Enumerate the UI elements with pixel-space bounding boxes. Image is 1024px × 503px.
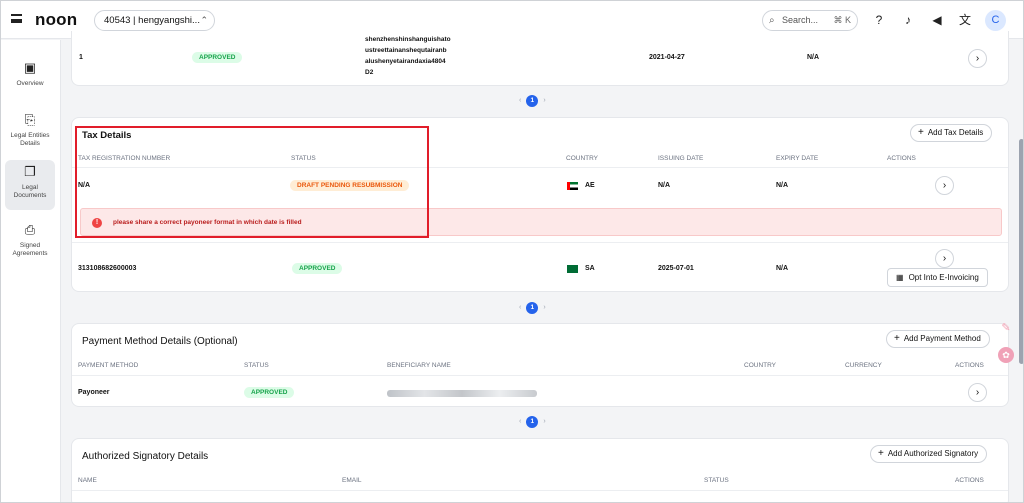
column-header: NAME	[78, 477, 97, 484]
issuing-date: 2025-07-01	[658, 265, 694, 272]
saudi-flag-icon	[567, 265, 578, 273]
page-button[interactable]: 1	[526, 95, 539, 107]
row-details-button[interactable]: ›	[935, 176, 954, 195]
signed-doc-icon: ⎙	[24, 222, 36, 237]
menu-icon[interactable]	[11, 14, 22, 23]
status-badge: APPROVED	[192, 52, 243, 63]
add-tax-details-button[interactable]: + Add Tax Details	[910, 124, 993, 142]
column-header: COUNTRY	[566, 155, 599, 162]
sidebar-item-label: Legal Documents	[13, 184, 47, 199]
megaphone-icon[interactable]: ◀	[929, 12, 945, 28]
column-header: STATUS	[704, 477, 729, 484]
translate-icon[interactable]: 文	[957, 12, 973, 28]
column-header: CURRENCY	[845, 362, 882, 369]
pagination: ‹ 1 ›	[519, 416, 546, 428]
store-selector-label: 40543 | hengyangshi...	[104, 15, 200, 26]
documents-icon: ❐	[24, 164, 36, 179]
search-input[interactable]: ⌕ Search... ⌘ K	[762, 10, 858, 31]
column-header: ACTIONS	[955, 477, 984, 484]
authorized-signatory-card: Authorized Signatory Details + Add Author…	[71, 438, 1009, 502]
payment-method-card: Payment Method Details (Optional) + Add P…	[71, 323, 1009, 407]
column-header: BENEFICIARY NAME	[387, 362, 451, 369]
column-header: ISSUING DATE	[658, 155, 704, 162]
legal-entity-card: 1 APPROVED shenzhenshinshanguishato ustr…	[71, 31, 1009, 86]
scrollbar[interactable]	[1019, 139, 1023, 364]
status-badge: APPROVED	[292, 263, 343, 274]
feedback-icon[interactable]: ✎	[999, 321, 1013, 335]
column-header: ACTIONS	[955, 362, 984, 369]
add-authorized-signatory-button[interactable]: + Add Authorized Signatory	[870, 445, 988, 463]
sidebar-item-label: Overview	[16, 80, 44, 87]
clipboard-icon: ▣	[23, 60, 37, 75]
sidebar-item-overview[interactable]: ▣ Overview	[5, 58, 55, 96]
country-code: SA	[585, 265, 595, 272]
noon-logo[interactable]: noon	[35, 10, 77, 30]
highlight-box	[75, 126, 429, 238]
divider	[72, 490, 1008, 491]
expiry-date: N/A	[776, 182, 789, 189]
prev-page-icon[interactable]: ‹	[519, 97, 521, 104]
sidebar-item-legal-documents[interactable]: ❐ Legal Documents	[5, 160, 55, 210]
divider	[72, 375, 1008, 376]
column-header: EMAIL	[342, 477, 362, 484]
plus-icon: +	[918, 127, 924, 138]
pagination: ‹ 1 ›	[519, 302, 546, 314]
issuing-date: N/A	[658, 182, 671, 189]
sidebar-item-label: Signed Agreements	[12, 242, 48, 257]
issuing-date: 2021-04-27	[649, 54, 685, 61]
section-title: Authorized Signatory Details	[82, 451, 209, 462]
sidebar-item-label: Legal Entities Details	[10, 132, 50, 147]
row-details-button[interactable]: ›	[935, 249, 954, 268]
column-header: STATUS	[244, 362, 269, 369]
avatar[interactable]: C	[985, 10, 1006, 31]
bell-icon[interactable]: ♪	[900, 12, 916, 28]
calendar-icon: ▦	[896, 273, 904, 282]
blurred-beneficiary-name	[387, 390, 537, 397]
column-header: ACTIONS	[887, 155, 916, 162]
search-placeholder: Search...	[782, 15, 819, 25]
sidebar-item-signed-agreements[interactable]: ⎙ Signed Agreements	[5, 220, 55, 264]
add-payment-method-button[interactable]: + Add Payment Method	[886, 330, 990, 348]
sidebar-item-legal-entities[interactable]: ⎘ Legal Entities Details	[5, 110, 55, 154]
row-details-button[interactable]: ›	[968, 49, 987, 68]
divider	[72, 242, 1008, 243]
row-details-button[interactable]: ›	[968, 383, 987, 402]
address-text: shenzhenshinshanguishato ustreettainansh…	[365, 36, 451, 76]
section-title: Payment Method Details (Optional)	[82, 336, 238, 347]
app-window: noon 40543 | hengyangshi... ⌃ ⌕ Search..…	[0, 0, 1024, 503]
next-page-icon[interactable]: ›	[543, 97, 545, 104]
opt-into-einvoicing-button[interactable]: ▦ Opt Into E-Invoicing	[887, 268, 988, 287]
next-page-icon[interactable]: ›	[543, 304, 545, 311]
row-number: 1	[79, 54, 83, 61]
help-icon[interactable]: ?	[871, 12, 887, 28]
payment-method: Payoneer	[78, 389, 110, 396]
document-icon: ⎘	[24, 112, 36, 127]
pagination: ‹ 1 ›	[519, 95, 546, 107]
column-header: COUNTRY	[744, 362, 777, 369]
column-header: PAYMENT METHOD	[78, 362, 139, 369]
search-shortcut: ⌘ K	[833, 15, 851, 25]
country-code: AE	[585, 182, 595, 189]
next-page-icon[interactable]: ›	[543, 418, 545, 425]
status-badge: APPROVED	[244, 387, 295, 398]
expiry-date: N/A	[807, 54, 820, 61]
page-button[interactable]: 1	[526, 302, 539, 314]
search-icon: ⌕	[769, 15, 775, 26]
prev-page-icon[interactable]: ‹	[519, 418, 521, 425]
page-button[interactable]: 1	[526, 416, 539, 428]
plus-icon: +	[878, 448, 884, 459]
chevron-updown-icon: ⌃	[200, 15, 208, 25]
sidebar: ▣ Overview ⎘ Legal Entities Details ❐ Le…	[1, 40, 61, 502]
prev-page-icon[interactable]: ‹	[519, 304, 521, 311]
tax-number: 313108682600003	[78, 265, 137, 272]
uae-flag-icon	[567, 182, 578, 190]
store-selector[interactable]: 40543 | hengyangshi... ⌃	[94, 10, 215, 31]
assistant-icon[interactable]: ✿	[998, 347, 1014, 363]
plus-icon: +	[894, 333, 900, 344]
column-header: EXPIRY DATE	[776, 155, 819, 162]
expiry-date: N/A	[776, 265, 789, 272]
